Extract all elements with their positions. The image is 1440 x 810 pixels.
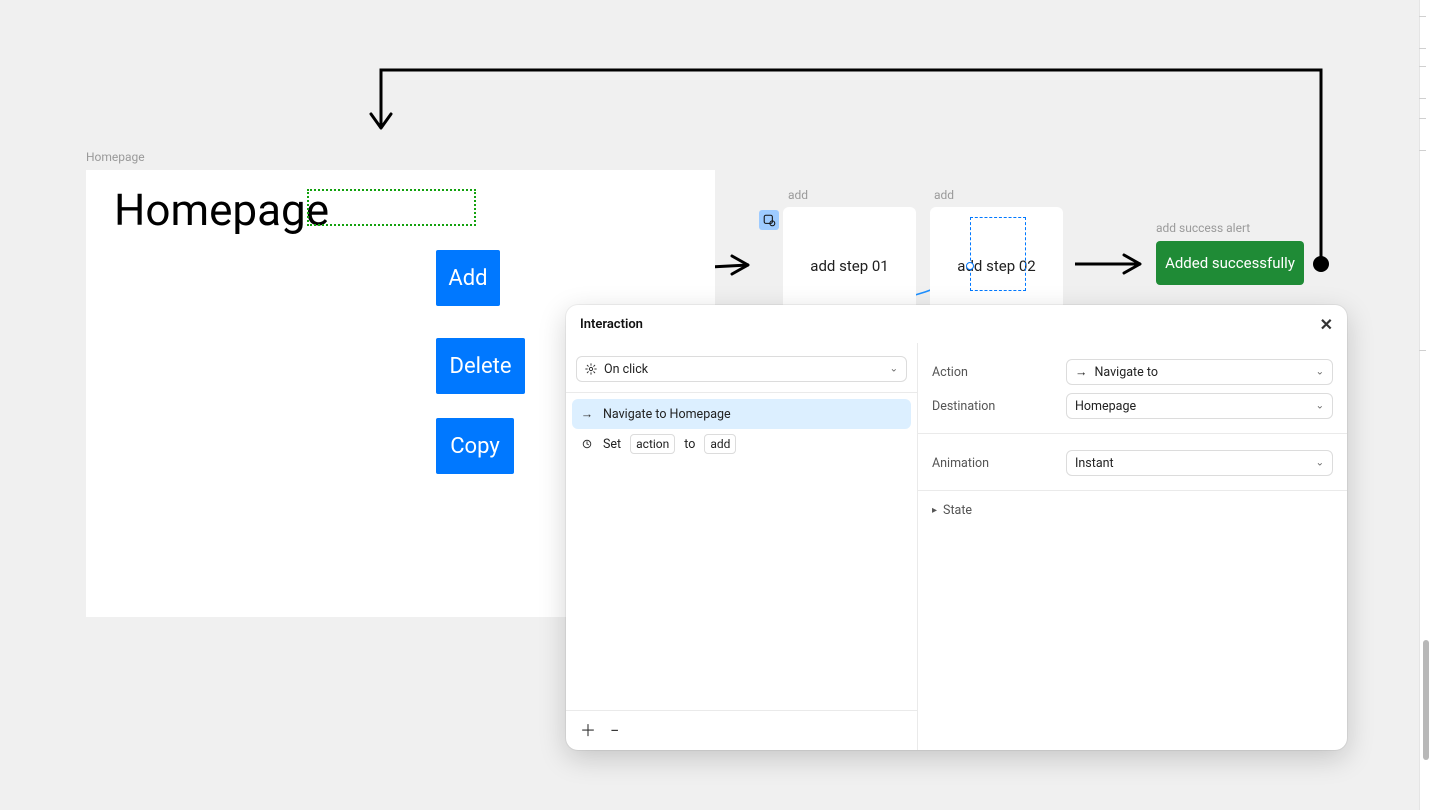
action-label: Action — [932, 365, 1066, 380]
chevron-down-icon: ⌄ — [1316, 401, 1324, 412]
caret-right-icon: ▸ — [932, 505, 937, 516]
component-icon[interactable] — [759, 210, 779, 230]
action-value: Navigate to — [1095, 365, 1158, 380]
state-label: State — [943, 503, 972, 518]
arrow-right-icon: → — [1075, 365, 1088, 380]
trigger-value: On click — [604, 362, 648, 377]
gutter-separator — [1419, 350, 1426, 351]
add-action-icon[interactable]: ＋ — [580, 723, 596, 739]
gutter-separator — [1419, 16, 1426, 17]
interaction-left-pane: On click ⌄ → Navigate to Homepage Set — [566, 343, 918, 750]
frame-label-homepage[interactable]: Homepage — [86, 150, 145, 164]
selection-outline — [970, 217, 1026, 291]
interaction-right-pane: Action → Navigate to ⌄ Destination Homep… — [918, 343, 1347, 750]
set-variable-icon — [580, 438, 594, 450]
click-icon — [585, 363, 597, 375]
gutter-separator — [1419, 150, 1426, 151]
gutter-separator — [1419, 48, 1426, 49]
component-instance-icon — [763, 214, 776, 227]
arrow-right-icon: → — [580, 407, 594, 422]
destination-select[interactable]: Homepage ⌄ — [1066, 393, 1333, 419]
right-panel-gutter — [1419, 0, 1440, 810]
destination-value: Homepage — [1075, 399, 1136, 414]
action-navigate-label: Navigate to Homepage — [603, 407, 731, 422]
add-button[interactable]: Add — [436, 250, 500, 306]
action-list-footer: ＋ − — [566, 710, 917, 750]
animation-select[interactable]: Instant ⌄ — [1066, 450, 1333, 476]
action-navigate[interactable]: → Navigate to Homepage — [572, 399, 911, 429]
page-title: Homepage — [114, 184, 329, 236]
frame-label-step2[interactable]: add — [934, 188, 954, 202]
set-mid: to — [684, 437, 695, 452]
state-section-toggle[interactable]: ▸ State — [918, 491, 1347, 530]
success-alert-text: Added successfully — [1165, 254, 1295, 272]
action-set-variable[interactable]: Set action to add — [572, 429, 911, 459]
animation-label: Animation — [932, 456, 1066, 471]
frame-label-step1[interactable]: add — [788, 188, 808, 202]
action-list: → Navigate to Homepage Set action to add — [566, 392, 917, 465]
scrollbar-thumb[interactable] — [1423, 640, 1429, 760]
interaction-panel-header: Interaction ✕ — [566, 305, 1347, 343]
variable-name-chip[interactable]: action — [630, 434, 675, 454]
variable-value-chip[interactable]: add — [704, 434, 736, 454]
chevron-down-icon: ⌄ — [1316, 367, 1324, 378]
gutter-separator — [1419, 98, 1426, 99]
gutter-separator — [1419, 118, 1426, 119]
design-canvas[interactable]: Homepage Homepage Add Delete Copy add ad… — [0, 0, 1415, 810]
copy-button[interactable]: Copy — [436, 418, 514, 474]
step1-text: add step 01 — [810, 257, 888, 276]
chevron-down-icon: ⌄ — [1316, 458, 1324, 469]
trigger-select[interactable]: On click ⌄ — [576, 356, 907, 382]
gutter-separator — [1419, 66, 1426, 67]
success-alert-frame[interactable]: Added successfully — [1156, 241, 1304, 285]
action-select[interactable]: → Navigate to ⌄ — [1066, 359, 1333, 385]
delete-button[interactable]: Delete — [436, 338, 525, 394]
chevron-down-icon: ⌄ — [890, 364, 898, 375]
prototype-connection-handle[interactable] — [966, 262, 974, 270]
interaction-title: Interaction — [580, 317, 643, 332]
insertion-placeholder — [307, 189, 476, 226]
set-prefix: Set — [603, 437, 621, 452]
destination-label: Destination — [932, 399, 1066, 414]
animation-value: Instant — [1075, 456, 1114, 471]
frame-label-success[interactable]: add success alert — [1156, 221, 1250, 235]
close-icon[interactable]: ✕ — [1320, 315, 1333, 334]
interaction-panel[interactable]: Interaction ✕ On click ⌄ → N — [566, 305, 1347, 750]
remove-action-icon[interactable]: − — [610, 723, 619, 739]
